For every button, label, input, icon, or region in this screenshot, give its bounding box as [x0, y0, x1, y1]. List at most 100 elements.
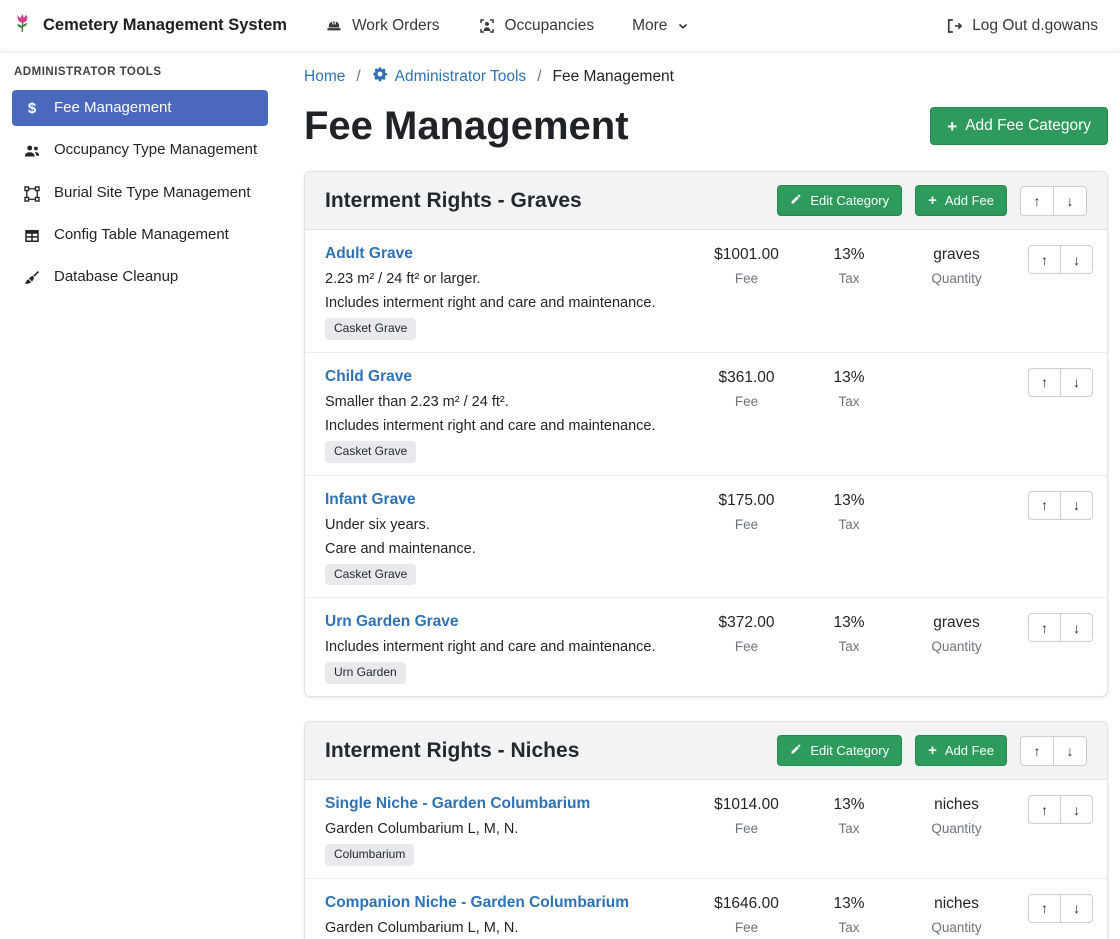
quantity-label: Quantity: [899, 820, 1014, 838]
add-fee-button[interactable]: + Add Fee: [915, 185, 1007, 216]
nav-label: Work Orders: [352, 17, 440, 35]
fee-row: Adult Grave 2.23 m² / 24 ft² or larger. …: [305, 230, 1107, 353]
arrow-up-icon: ↑: [1041, 375, 1048, 389]
tax-label: Tax: [799, 393, 899, 411]
add-fee-button[interactable]: + Add Fee: [915, 735, 1007, 766]
fee-name-link[interactable]: Companion Niche - Garden Columbarium: [325, 893, 629, 913]
fee-reorder-group: ↑ ↓: [1028, 795, 1093, 824]
move-fee-down-button[interactable]: ↓: [1060, 368, 1093, 397]
logout-icon: [945, 17, 963, 35]
fee-amount: $361.00: [694, 368, 799, 388]
fee-type-badge: Casket Grave: [325, 441, 416, 463]
fee-name-link[interactable]: Adult Grave: [325, 244, 413, 264]
sidebar-item-config-table-management[interactable]: Config Table Management: [12, 217, 268, 253]
category-title: Interment Rights - Graves: [325, 189, 777, 213]
fee-info: Child Grave Smaller than 2.23 m² / 24 ft…: [325, 367, 694, 463]
sidebar-item-database-cleanup[interactable]: Database Cleanup: [12, 259, 268, 295]
move-fee-up-button[interactable]: ↑: [1028, 795, 1061, 824]
dollar-icon: $: [22, 100, 42, 118]
quantity-col: niches Quantity: [899, 893, 1014, 937]
fee-description: 2.23 m² / 24 ft² or larger.: [325, 269, 686, 289]
fee-row: Companion Niche - Garden Columbarium Gar…: [305, 879, 1107, 939]
move-category-down-button[interactable]: ↓: [1053, 186, 1087, 216]
arrow-up-icon: ↑: [1041, 253, 1048, 267]
category-header: Interment Rights - Graves Edit Category …: [305, 172, 1107, 230]
fee-amount: $1014.00: [694, 795, 799, 815]
category-actions: Edit Category + Add Fee ↑ ↓: [777, 735, 1087, 766]
tax-label: Tax: [799, 919, 899, 937]
arrow-up-icon: ↑: [1041, 901, 1048, 915]
tax-label: Tax: [799, 270, 899, 288]
arrow-down-icon: ↓: [1067, 744, 1074, 758]
nav-item-more[interactable]: More: [632, 17, 690, 35]
fee-name-link[interactable]: Child Grave: [325, 367, 412, 387]
gear-icon: [372, 66, 388, 87]
quantity-col: [899, 490, 1014, 496]
move-fee-up-button[interactable]: ↑: [1028, 613, 1061, 642]
move-fee-down-button[interactable]: ↓: [1060, 894, 1093, 923]
edit-category-button[interactable]: Edit Category: [777, 735, 902, 766]
plus-icon: +: [947, 118, 957, 135]
sidebar-item-fee-management[interactable]: $ Fee Management: [12, 90, 268, 126]
fee-info: Infant Grave Under six years. Care and m…: [325, 490, 694, 586]
add-fee-category-button[interactable]: + Add Fee Category: [930, 107, 1108, 145]
fee-name-link[interactable]: Single Niche - Garden Columbarium: [325, 794, 590, 814]
nav-item-occupancies[interactable]: Occupancies: [478, 17, 595, 35]
move-fee-up-button[interactable]: ↑: [1028, 245, 1061, 274]
fee-type-badge: Casket Grave: [325, 564, 416, 586]
move-category-down-button[interactable]: ↓: [1053, 736, 1087, 766]
fee-row: Infant Grave Under six years. Care and m…: [305, 476, 1107, 599]
sidebar: Administrator Tools $ Fee Management Occ…: [0, 52, 280, 939]
quantity-label: Quantity: [899, 919, 1014, 937]
fee-amount-col: $361.00 Fee: [694, 367, 799, 411]
quantity-label: Quantity: [899, 638, 1014, 656]
sidebar-item-occupancy-type-management[interactable]: Occupancy Type Management: [12, 132, 268, 168]
move-category-up-button[interactable]: ↑: [1020, 736, 1054, 766]
move-fee-up-button[interactable]: ↑: [1028, 491, 1061, 520]
category-title: Interment Rights - Niches: [325, 739, 777, 763]
fee-name-link[interactable]: Urn Garden Grave: [325, 612, 459, 632]
move-category-up-button[interactable]: ↑: [1020, 186, 1054, 216]
fee-description: Garden Columbarium L, M, N.: [325, 819, 686, 839]
move-fee-down-button[interactable]: ↓: [1060, 491, 1093, 520]
arrow-down-icon: ↓: [1073, 803, 1080, 817]
breadcrumb-administrator-tools[interactable]: Administrator Tools: [372, 66, 527, 87]
fee-amount: $1646.00: [694, 894, 799, 914]
arrow-up-icon: ↑: [1041, 621, 1048, 635]
logout-label: Log Out d.gowans: [972, 17, 1098, 35]
fee-category-card-niches: Interment Rights - Niches Edit Category …: [304, 721, 1108, 939]
move-fee-down-button[interactable]: ↓: [1060, 613, 1093, 642]
fee-amount-label: Fee: [694, 638, 799, 656]
arrow-down-icon: ↓: [1073, 375, 1080, 389]
move-fee-down-button[interactable]: ↓: [1060, 795, 1093, 824]
quantity-col: niches Quantity: [899, 794, 1014, 838]
move-fee-up-button[interactable]: ↑: [1028, 368, 1061, 397]
tax-value: 13%: [799, 368, 899, 388]
sidebar-item-burial-site-type-management[interactable]: Burial Site Type Management: [12, 175, 268, 211]
fee-amount-label: Fee: [694, 516, 799, 534]
breadcrumb-home[interactable]: Home: [304, 68, 345, 86]
tax-label: Tax: [799, 638, 899, 656]
fee-amount: $1001.00: [694, 245, 799, 265]
fee-description: Includes interment right and care and ma…: [325, 293, 686, 313]
button-label: Edit Category: [810, 193, 889, 208]
nav-item-work-orders[interactable]: Work Orders: [325, 17, 440, 35]
tax-label: Tax: [799, 820, 899, 838]
fee-description: Smaller than 2.23 m² / 24 ft².: [325, 392, 686, 412]
app-brand[interactable]: Cemetery Management System: [12, 12, 287, 39]
page-header: Fee Management + Add Fee Category: [304, 103, 1108, 149]
fee-name-link[interactable]: Infant Grave: [325, 490, 415, 510]
button-label: Add Fee: [945, 193, 994, 208]
sidebar-nav: $ Fee Management Occupancy Type Manageme…: [12, 90, 268, 295]
button-label: Add Fee: [945, 743, 994, 758]
move-fee-up-button[interactable]: ↑: [1028, 894, 1061, 923]
fee-amount-col: $1014.00 Fee: [694, 794, 799, 838]
tax-value: 13%: [799, 894, 899, 914]
tax-col: 13% Tax: [799, 244, 899, 288]
pencil-icon: [790, 193, 802, 208]
logout-link[interactable]: Log Out d.gowans: [945, 17, 1098, 35]
move-fee-down-button[interactable]: ↓: [1060, 245, 1093, 274]
fee-info: Companion Niche - Garden Columbarium Gar…: [325, 893, 694, 939]
edit-category-button[interactable]: Edit Category: [777, 185, 902, 216]
fee-amount-label: Fee: [694, 270, 799, 288]
